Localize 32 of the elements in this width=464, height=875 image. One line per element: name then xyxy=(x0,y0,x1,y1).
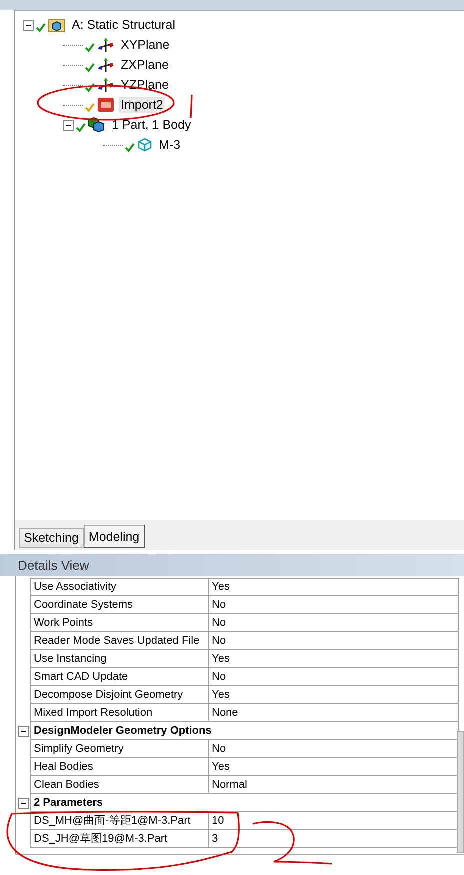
tree-item[interactable]: XYPlane xyxy=(119,37,172,53)
property-name: Smart CAD Update xyxy=(30,668,209,686)
property-value[interactable]: None xyxy=(209,704,459,722)
property-value[interactable]: No xyxy=(209,596,459,614)
property-value[interactable]: Yes xyxy=(209,686,459,704)
property-name: Coordinate Systems xyxy=(30,596,209,614)
tree-item[interactable]: M-3 xyxy=(157,137,183,153)
property-value[interactable]: Yes xyxy=(209,650,459,668)
property-name: Mixed Import Resolution xyxy=(30,704,209,722)
property-value[interactable]: No xyxy=(209,668,459,686)
property-name: DS_JH@草图19@M-3.Part xyxy=(30,830,209,848)
property-name: Use Associativity xyxy=(30,578,209,596)
tree-item[interactable]: ZXPlane xyxy=(119,57,171,73)
group-heading: DesignModeler Geometry Options xyxy=(30,722,459,740)
tree-item[interactable]: YZPlane xyxy=(119,77,171,93)
tree-item[interactable]: Import2 xyxy=(119,97,166,113)
property-name: Decompose Disjoint Geometry xyxy=(30,686,209,704)
panel-title: Details View xyxy=(18,558,90,572)
property-value[interactable]: Yes xyxy=(209,578,459,596)
property-value[interactable]: No xyxy=(209,614,459,632)
property-name: Heal Bodies xyxy=(30,758,209,776)
property-name: Reader Mode Saves Updated File xyxy=(30,632,209,650)
property-name: Use Instancing xyxy=(30,650,209,668)
property-name: Clean Bodies xyxy=(30,776,209,794)
tab[interactable]: Modeling xyxy=(84,525,145,548)
tree-item[interactable]: A: Static Structural xyxy=(70,17,178,33)
property-name: DS_MH@曲面-等距1@M-3.Part xyxy=(30,812,209,830)
property-name: Simplify Geometry xyxy=(30,740,209,758)
tree-item[interactable]: 1 Part, 1 Body xyxy=(110,117,194,133)
property-value[interactable]: No xyxy=(209,632,459,650)
tab[interactable]: Sketching xyxy=(19,528,84,548)
property-name: Work Points xyxy=(30,614,209,632)
